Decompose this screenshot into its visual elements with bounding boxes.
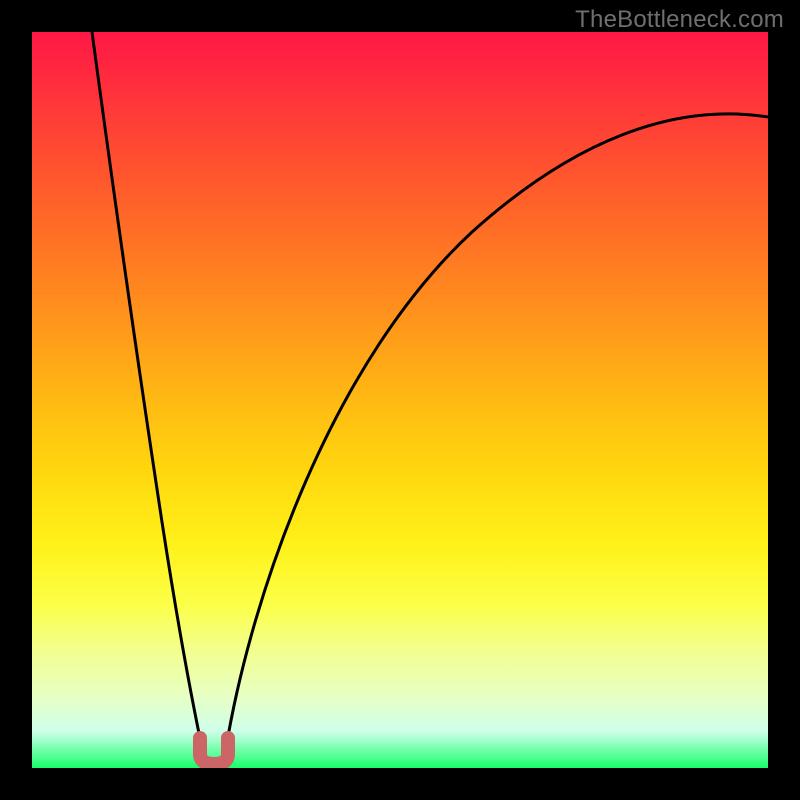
plot-area [32,32,768,768]
curve-layer [32,32,768,768]
left-branch-curve [92,32,202,748]
watermark-text: TheBottleneck.com [575,6,784,34]
chart-frame: TheBottleneck.com [0,0,800,800]
right-branch-curve [226,114,768,748]
cusp-marker [200,738,228,764]
